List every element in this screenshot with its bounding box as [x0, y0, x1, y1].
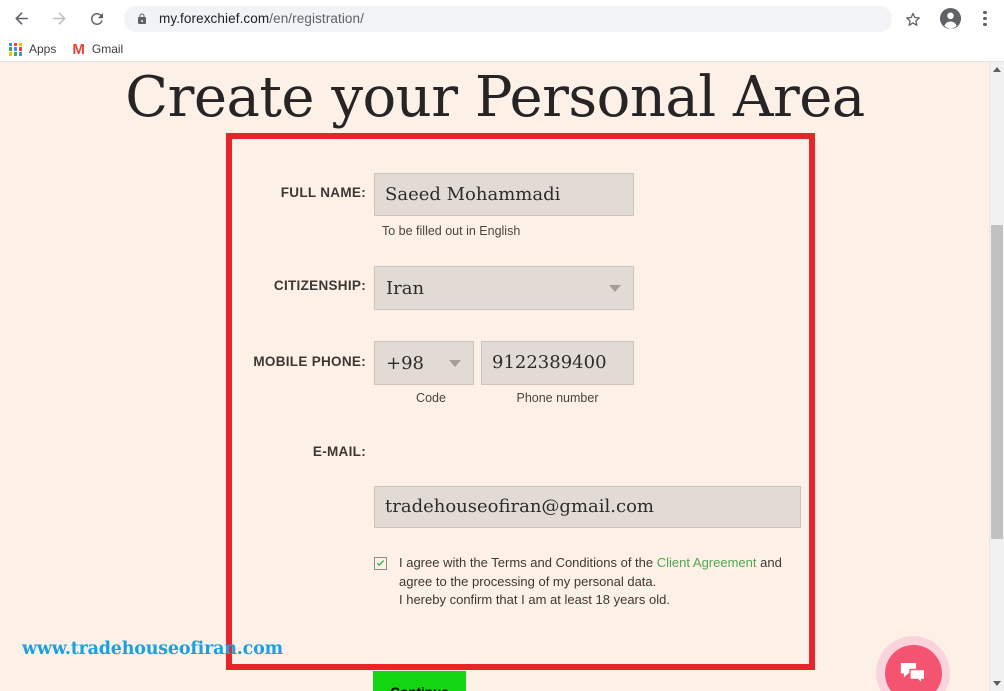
full-name-input[interactable]: Saeed Mohammadi [374, 173, 634, 216]
url-text: my.forexchief.com/en/registration/ [159, 11, 364, 26]
three-dot-menu-icon[interactable] [972, 4, 998, 34]
full-name-hint: To be filled out in English [382, 224, 521, 238]
lock-icon [136, 12, 148, 26]
phone-code-select[interactable]: +98 [374, 341, 474, 385]
check-mark-icon [376, 560, 385, 566]
scroll-up-arrow-icon[interactable] [990, 62, 1004, 77]
menu-dot [983, 23, 987, 27]
bookmarks-bar: Apps M Gmail [0, 37, 1004, 62]
chevron-down-icon [609, 284, 621, 292]
browser-chrome: my.forexchief.com/en/registration/ Apps … [0, 0, 1004, 62]
browser-nav-bar: my.forexchief.com/en/registration/ [0, 0, 1004, 37]
chat-bubble-icon [884, 644, 942, 691]
watermark-text: www.tradehouseofiran.com [22, 639, 283, 659]
url-path: /en/registration/ [269, 11, 364, 26]
agreement-checkbox[interactable] [374, 557, 387, 570]
full-name-label: FULL NAME: [280, 185, 366, 200]
profile-icon[interactable] [936, 5, 964, 33]
email-input[interactable]: tradehouseofiran@gmail.com [374, 486, 801, 528]
page-scrollbar[interactable] [989, 62, 1004, 691]
scrollbar-thumb[interactable] [991, 225, 1003, 539]
bookmark-apps[interactable]: Apps [2, 37, 63, 62]
gmail-icon: M [72, 40, 85, 58]
url-host: my.forexchief.com [159, 11, 270, 26]
continue-button[interactable]: Continue [373, 671, 466, 691]
citizenship-select[interactable]: Iran [374, 266, 634, 310]
forward-button[interactable] [42, 2, 76, 36]
phone-number-hint: Phone number [516, 391, 599, 405]
reload-button[interactable] [80, 2, 114, 36]
agreement-text-before: I agree with the Terms and Conditions of… [399, 555, 654, 570]
chevron-down-icon [449, 359, 461, 367]
address-bar[interactable]: my.forexchief.com/en/registration/ [124, 5, 892, 32]
chat-widget-button[interactable] [876, 636, 950, 691]
bookmark-gmail-label: Gmail [91, 42, 124, 56]
agreement-text-line2: I hereby confirm that I am at least 18 y… [399, 592, 670, 607]
phone-number-input[interactable]: 9122389400 [481, 341, 634, 385]
page-title: Create your Personal Area [125, 65, 865, 130]
star-icon[interactable] [900, 6, 926, 32]
client-agreement-link[interactable]: Client Agreement [657, 555, 757, 570]
bookmark-gmail[interactable]: M Gmail [65, 37, 130, 62]
email-label: E-MAIL: [312, 444, 366, 459]
phone-code-value: +98 [386, 352, 424, 374]
mobile-phone-label: MOBILE PHONE: [253, 354, 366, 369]
menu-dot [983, 10, 987, 14]
scroll-down-arrow-icon[interactable] [990, 676, 1004, 691]
citizenship-value: Iran [386, 277, 425, 299]
agreement-block: I agree with the Terms and Conditions of… [374, 554, 794, 610]
apps-grid-icon [9, 42, 22, 56]
phone-code-hint: Code [416, 391, 446, 405]
registration-form: FULL NAME: Saeed Mohammadi To be filled … [226, 133, 815, 691]
page-content: Create your Personal Area FULL NAME: Sae… [0, 62, 1004, 691]
citizenship-label: CITIZENSHIP: [273, 278, 366, 293]
bookmark-apps-label: Apps [29, 42, 57, 56]
back-button[interactable] [4, 2, 38, 36]
agreement-text: I agree with the Terms and Conditions of… [399, 554, 794, 610]
menu-dot [983, 16, 987, 21]
